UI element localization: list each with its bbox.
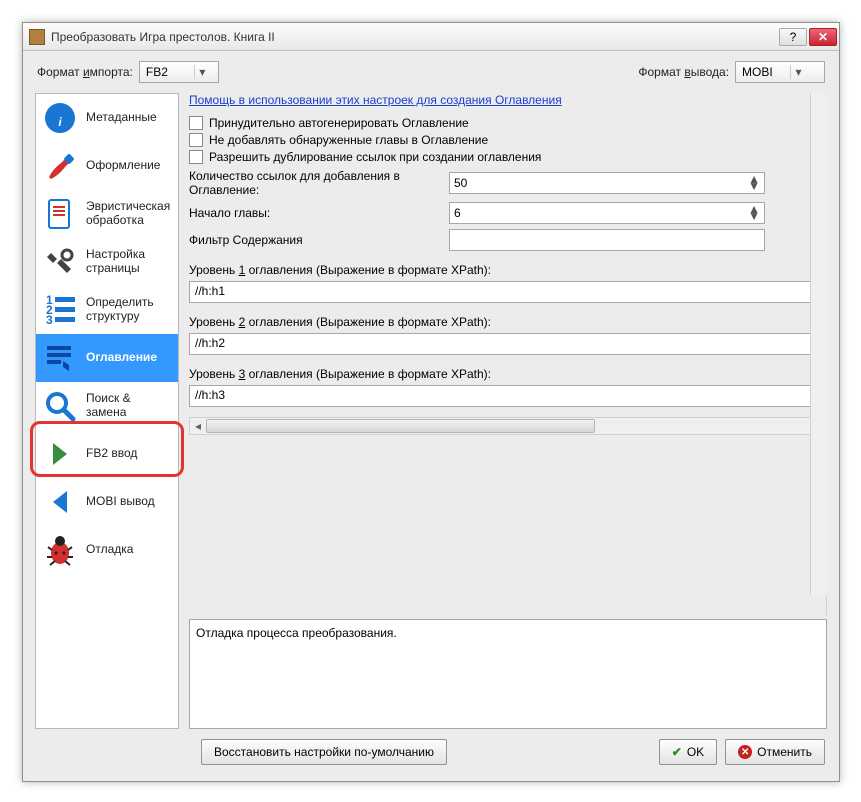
sidebar: i Метаданные Оформление Эвристическая об…	[35, 93, 179, 729]
chapter-start-input[interactable]: 6 ▲▼	[449, 202, 765, 224]
top-toolbar: Формат импорта: FB2 ▾ Формат вывода: MOB…	[23, 51, 839, 93]
document-icon	[42, 196, 78, 232]
dialog-window: Преобразовать Игра престолов. Книга II ?…	[22, 22, 840, 782]
filter-label: Фильтр Содержания	[189, 233, 449, 247]
no-add-chapters-checkbox[interactable]	[189, 133, 203, 147]
svg-text:3: 3	[46, 313, 53, 327]
window-title: Преобразовать Игра престолов. Книга II	[51, 30, 779, 44]
horizontal-scrollbar[interactable]: ◂ ▸	[189, 417, 822, 435]
import-format-combo[interactable]: FB2 ▾	[139, 61, 219, 83]
level1-input[interactable]: //h:h1	[189, 281, 822, 303]
footer: Восстановить настройки по-умолчанию ✔OK …	[23, 729, 839, 775]
sidebar-item-page-setup[interactable]: Настройка страницы	[36, 238, 178, 286]
titlebar[interactable]: Преобразовать Игра престолов. Книга II ?…	[23, 23, 839, 51]
help-button[interactable]: ?	[779, 28, 807, 46]
info-icon: i	[42, 100, 78, 136]
allow-dup-label: Разрешить дублирование ссылок при создан…	[209, 150, 541, 164]
chevron-down-icon: ▾	[790, 65, 806, 79]
cancel-icon: ✕	[738, 745, 752, 759]
links-count-label: Количество ссылок для добавления в Оглав…	[189, 169, 449, 197]
sidebar-item-debug[interactable]: Отладка	[36, 526, 178, 574]
sidebar-item-heuristic[interactable]: Эвристическая обработка	[36, 190, 178, 238]
no-add-chapters-label: Не добавлять обнаруженные главы в Оглавл…	[209, 133, 488, 147]
sidebar-item-search-replace[interactable]: Поиск & замена	[36, 382, 178, 430]
toc-icon	[42, 340, 78, 376]
chapter-start-label: Начало главы:	[189, 206, 449, 220]
sidebar-item-mobi-output[interactable]: MOBI вывод	[36, 478, 178, 526]
level3-input[interactable]: //h:h3	[189, 385, 822, 407]
check-icon: ✔	[672, 745, 682, 759]
sidebar-item-fb2-input[interactable]: FB2 ввод	[36, 430, 178, 478]
cancel-button[interactable]: ✕Отменить	[725, 739, 825, 765]
debug-output[interactable]: Отладка процесса преобразования.	[189, 619, 827, 729]
scroll-left-icon[interactable]: ◂	[190, 419, 206, 433]
chevron-left-icon	[42, 484, 78, 520]
search-icon	[42, 388, 78, 424]
list-numbered-icon: 123	[42, 292, 78, 328]
restore-defaults-button[interactable]: Восстановить настройки по-умолчанию	[201, 739, 447, 765]
output-format-combo[interactable]: MOBI ▾	[735, 61, 825, 83]
app-icon	[29, 29, 45, 45]
content-panel: Помощь в использовании этих настроек для…	[189, 93, 827, 729]
level3-label: Уровень 3 оглавления (Выражение в формат…	[189, 367, 822, 381]
scrollbar-thumb[interactable]	[206, 419, 595, 433]
filter-input[interactable]	[449, 229, 765, 251]
force-toc-label: Принудительно автогенерировать Оглавлени…	[209, 116, 469, 130]
force-toc-checkbox[interactable]	[189, 116, 203, 130]
sidebar-item-metadata[interactable]: i Метаданные	[36, 94, 178, 142]
level1-label: Уровень 1 оглавления (Выражение в формат…	[189, 263, 822, 277]
help-link[interactable]: Помощь в использовании этих настроек для…	[189, 93, 562, 107]
level2-input[interactable]: //h:h2	[189, 333, 822, 355]
level2-label: Уровень 2 оглавления (Выражение в формат…	[189, 315, 822, 329]
brush-icon	[42, 148, 78, 184]
bug-icon	[42, 532, 78, 568]
output-format-label: Формат вывода:	[638, 65, 729, 79]
chevron-right-icon	[42, 436, 78, 472]
vertical-scrollbar[interactable]	[810, 93, 827, 595]
sidebar-item-look-feel[interactable]: Оформление	[36, 142, 178, 190]
spinner-icon[interactable]: ▲▼	[748, 176, 760, 190]
sidebar-item-structure[interactable]: 123 Определить структуру	[36, 286, 178, 334]
close-button[interactable]: ✕	[809, 28, 837, 46]
spinner-icon[interactable]: ▲▼	[748, 206, 760, 220]
import-format-label: Формат импорта:	[37, 65, 133, 79]
sidebar-item-toc[interactable]: Оглавление	[36, 334, 178, 382]
ok-button[interactable]: ✔OK	[659, 739, 717, 765]
links-count-input[interactable]: 50 ▲▼	[449, 172, 765, 194]
chevron-down-icon: ▾	[194, 65, 210, 79]
allow-dup-checkbox[interactable]	[189, 150, 203, 164]
tools-icon	[42, 244, 78, 280]
